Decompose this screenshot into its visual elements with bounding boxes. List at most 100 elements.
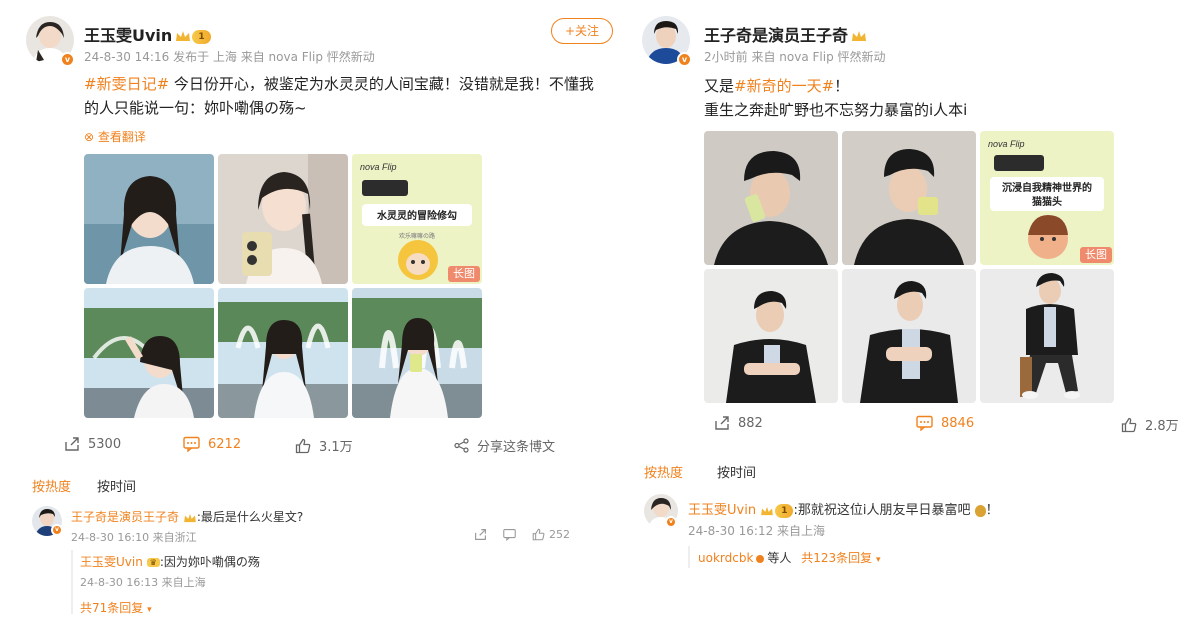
more-replies-label[interactable]: 共71条回复 [80,601,143,615]
post-source[interactable]: 来自 nova Flip 怦然新动 [241,50,375,64]
photo-thumbnail[interactable] [842,269,976,403]
comment-meta: 24-8-30 16:12 来自上海 [688,524,826,538]
reply-meta: 24-8-30 16:13 来自上海 [80,576,206,589]
comment-button[interactable]: 8846 [916,415,974,431]
promo-long-image[interactable]: nova Flip 沉浸自我精神世界的 猫猫头 长图 [980,131,1114,265]
comment-icon [503,528,516,541]
photo-thumbnail[interactable] [842,131,976,265]
sort-by-hot-tab[interactable]: 按热度 [644,462,683,481]
photo-thumbnail[interactable] [218,154,348,284]
photo-thumbnail[interactable] [352,288,482,418]
reply-divider [688,546,690,568]
vip-badge-icon: ♛ [146,558,160,567]
photo-thumbnail[interactable] [84,288,214,418]
comment-share-button[interactable] [474,528,487,541]
comment-author[interactable]: 王子奇是演员王子奇 :最后是什么火星文? [71,508,303,525]
sort-by-time-tab[interactable]: 按时间 [717,462,756,481]
topic-tag-link[interactable]: #新雯日记# [84,75,169,93]
post-text-prefix: 又是 [704,77,735,95]
view-translation-link[interactable]: ⊗ 查看翻译 [84,128,146,145]
comment-reply-button[interactable] [503,528,516,541]
view-more-replies-link[interactable]: 共71条回复 ▾ [80,599,152,616]
photo-thumbnail[interactable] [218,288,348,418]
post-location: 发布于 上海 [173,50,237,64]
comment-author-name[interactable]: 王玉雯Uvin [688,503,756,518]
post-text: #新雯日记# 今日份开心，被鉴定为水灵灵的人间宝藏！没错就是我！不懂我的人只能说… [84,72,604,120]
author-name-text[interactable]: 王子奇是演员王子奇 [704,26,848,45]
photo-thumbnail[interactable]: BA [704,269,838,403]
comment-author[interactable]: 王玉雯Uvin 1:那就祝这位i人朋友早日暴富吧 ！ [688,499,999,518]
reply-summary: uokrdcbk 等人 共123条回复 ▾ [698,549,881,566]
thumbs-up-icon [295,438,311,453]
sort-by-hot-tab[interactable]: 按热度 [32,476,71,495]
comment-count: 8846 [941,415,975,431]
share-count: 882 [738,415,763,431]
reply-divider [71,550,73,614]
verified-badge-icon: v [665,516,677,528]
photo-thumbnail[interactable] [84,154,214,284]
post-meta: 24-8-30 14:16 发布于 上海 来自 nova Flip 怦然新动 [84,48,375,65]
image-grid: nova Flip 水灵灵的冒险修勾 欢乐嘛嘛の路 长图 [84,154,482,418]
share-post-link[interactable]: 分享这条博文 [454,436,555,455]
money-bag-icon [974,504,986,517]
right-post-panel: v 王子奇是演员王子奇 2小时前 来自 nova Flip 怦然新动 又是#新奇… [620,0,1200,634]
left-post-panel: v 王玉雯Uvin 1 24-8-30 14:16 发布于 上海 来自 nova … [0,0,620,634]
translate-label[interactable]: 查看翻译 [98,130,146,144]
verified-badge-icon: v [60,52,75,67]
post-text-suffix: ！ [834,77,850,95]
comment-text: :最后是什么火星文? [196,510,304,524]
comment-like-count: 252 [549,528,570,541]
comment-text: :那就祝这位i人朋友早日暴富吧 [793,503,971,518]
vip-crown-icon [175,27,191,46]
share-icon [715,416,729,430]
post-text-line2: 重生之奔赴旷野也不忘努力暴富的i人本i [704,101,968,119]
svg-text:欢乐嘛嘛の路: 欢乐嘛嘛の路 [399,232,435,240]
svg-text:猫猫头: 猫猫头 [1032,195,1062,208]
share-post-label[interactable]: 分享这条博文 [477,436,555,455]
vip-crown-icon [760,503,774,518]
replier-name[interactable]: uokrdcbk [698,551,753,565]
chevron-down-icon: ▾ [147,605,152,615]
like-button[interactable]: 3.1万 [295,436,353,455]
image-grid: nova Flip 沉浸自我精神世界的 猫猫头 长图 BA [704,131,1114,403]
chevron-down-icon: ▾ [875,555,881,565]
comment-icon [916,415,933,431]
post-source[interactable]: 来自 nova Flip 怦然新动 [751,50,885,64]
promo-long-image[interactable]: nova Flip 水灵灵的冒险修勾 欢乐嘛嘛の路 长图 [352,154,482,284]
verified-dot-icon [756,554,765,563]
topic-tag-link[interactable]: #新奇的一天# [734,77,834,95]
comment-like-button[interactable]: 252 [532,528,570,541]
post-meta: 2小时前 来自 nova Flip 怦然新动 [704,48,886,65]
author-name[interactable]: 王子奇是演员王子奇 [704,22,867,46]
comment-button[interactable]: 6212 [183,436,241,452]
comment-author-name[interactable]: 王子奇是演员王子奇 [71,510,179,524]
like-button[interactable]: 2.8万 [1121,415,1179,434]
share-button[interactable]: 882 [714,415,763,431]
vip-crown-icon [183,510,197,524]
vip-crown-icon [851,27,867,46]
view-more-replies-link[interactable]: 共123条回复 ▾ [801,551,880,565]
thumbs-up-icon [532,528,545,541]
like-count: 2.8万 [1145,419,1179,434]
share-nodes-icon [454,438,469,453]
reply-author-name[interactable]: 王玉雯Uvin [80,555,143,569]
share-count: 5300 [88,436,122,452]
comment-icon [183,436,200,452]
photo-thumbnail[interactable] [704,131,838,265]
like-count: 3.1万 [319,440,353,455]
svg-text:沉浸自我精神世界的: 沉浸自我精神世界的 [1002,181,1092,194]
photo-thumbnail[interactable] [980,269,1114,403]
author-name-text[interactable]: 王玉雯Uvin [84,26,172,45]
long-image-badge: 长图 [1080,247,1112,263]
verified-badge-icon: v [51,524,63,536]
follow-button[interactable]: +关注 [551,18,613,44]
reply-text: :因为妳卟嘞偶の殇 [159,555,260,569]
verified-badge-icon: v [677,52,692,67]
share-button[interactable]: 5300 [64,436,121,452]
thumbs-up-icon [1121,417,1137,432]
sort-by-time-tab[interactable]: 按时间 [97,476,136,495]
share-icon [475,529,486,540]
author-name[interactable]: 王玉雯Uvin 1 [84,22,211,46]
svg-text:水灵灵的冒险修勾: 水灵灵的冒险修勾 [376,209,457,222]
more-replies-label[interactable]: 共123条回复 [801,551,872,565]
